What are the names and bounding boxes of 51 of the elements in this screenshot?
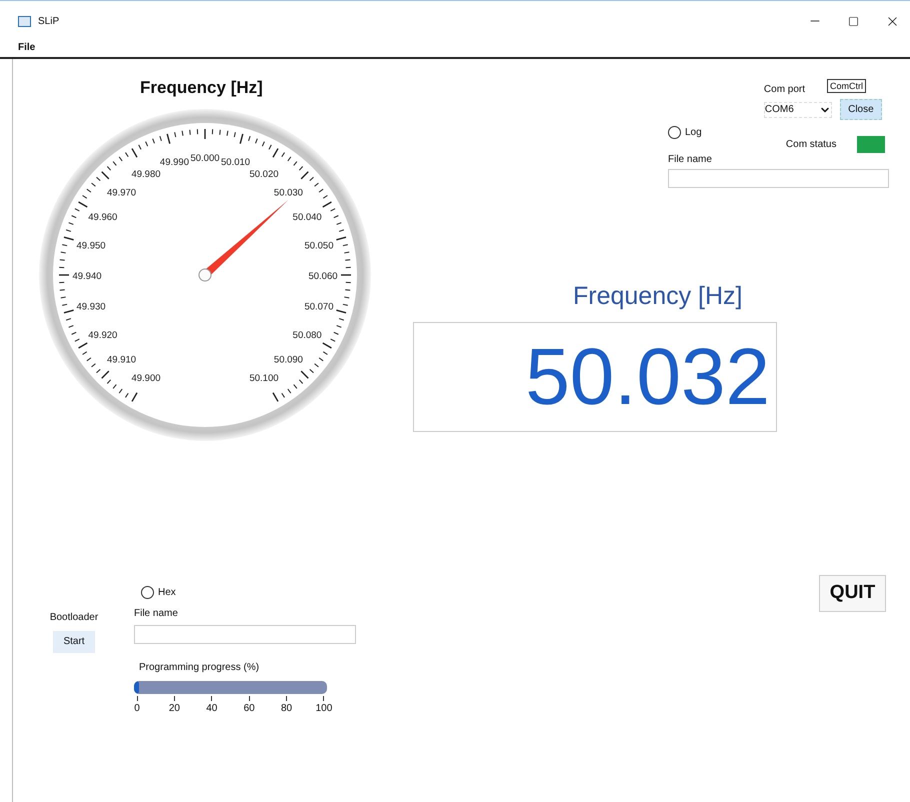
close-button[interactable]: Close [840, 99, 882, 120]
gauge-label: 49.960 [88, 212, 118, 222]
com-port-label: Com port [764, 83, 806, 97]
com-status-label: Com status [786, 138, 836, 152]
gauge-label: 50.030 [274, 187, 303, 198]
gauge-label: 49.920 [88, 330, 118, 340]
menu-item[interactable]: File [18, 40, 36, 54]
maximize-icon[interactable] [848, 16, 859, 26]
progress-tick-label: 60 [244, 702, 255, 716]
start-button[interactable]: Start [53, 630, 95, 652]
bootloader-label: Bootloader [50, 610, 98, 624]
log-file-name-field[interactable] [668, 169, 889, 188]
field-label: File name [668, 153, 712, 167]
radio-label: Hex [158, 586, 176, 600]
window-title: SLiP [38, 14, 60, 28]
radio-button[interactable] [141, 586, 154, 598]
frequency-display: 50.032 [413, 322, 777, 432]
app-icon [18, 16, 31, 26]
field-label: File name [134, 606, 179, 620]
progress-label: Programming progress (%) [139, 660, 260, 674]
gauge-label: 49.930 [76, 301, 106, 312]
gauge-label: 50.070 [304, 301, 334, 312]
readout-title: Frequency [Hz] [573, 281, 744, 312]
gauge-label: 50.050 [304, 240, 334, 251]
gauge-label: 49.980 [131, 168, 161, 180]
gauge-label: 49.990 [160, 156, 189, 168]
progress-tick-label: 0 [134, 702, 140, 716]
gauge-label: 50.040 [292, 212, 322, 222]
com-port-dropdown[interactable]: COM6 [764, 102, 832, 118]
gauge-label: 50.100 [249, 372, 279, 384]
gauge-label: 50.010 [221, 156, 250, 168]
quit-button[interactable]: QUIT [819, 574, 886, 612]
gauge-label: 49.900 [131, 372, 161, 384]
progress-tick-label: 40 [206, 702, 218, 716]
gauge-label: 50.000 [190, 152, 220, 164]
gauge-label: 49.970 [107, 187, 136, 198]
gauge-label: 49.950 [76, 240, 106, 251]
gauge-label: 49.910 [107, 354, 136, 365]
gauge-label: 50.020 [249, 168, 279, 180]
progress-tick-label: 100 [316, 702, 332, 716]
gauge-label: 50.060 [308, 270, 338, 282]
progress-tick-label: 20 [168, 702, 180, 716]
gauge-title: Frequency [Hz] [140, 77, 264, 99]
gauge-label: 49.940 [72, 270, 102, 282]
radio-button[interactable] [668, 126, 681, 139]
comctrl-button[interactable]: ComCtrl [827, 79, 866, 93]
gauge-label: 50.090 [274, 354, 303, 365]
radio-label: Log [685, 126, 702, 140]
progress-tick-label: 80 [281, 702, 292, 716]
file-name-field[interactable] [134, 624, 356, 644]
gauge-label: 50.080 [292, 330, 322, 340]
